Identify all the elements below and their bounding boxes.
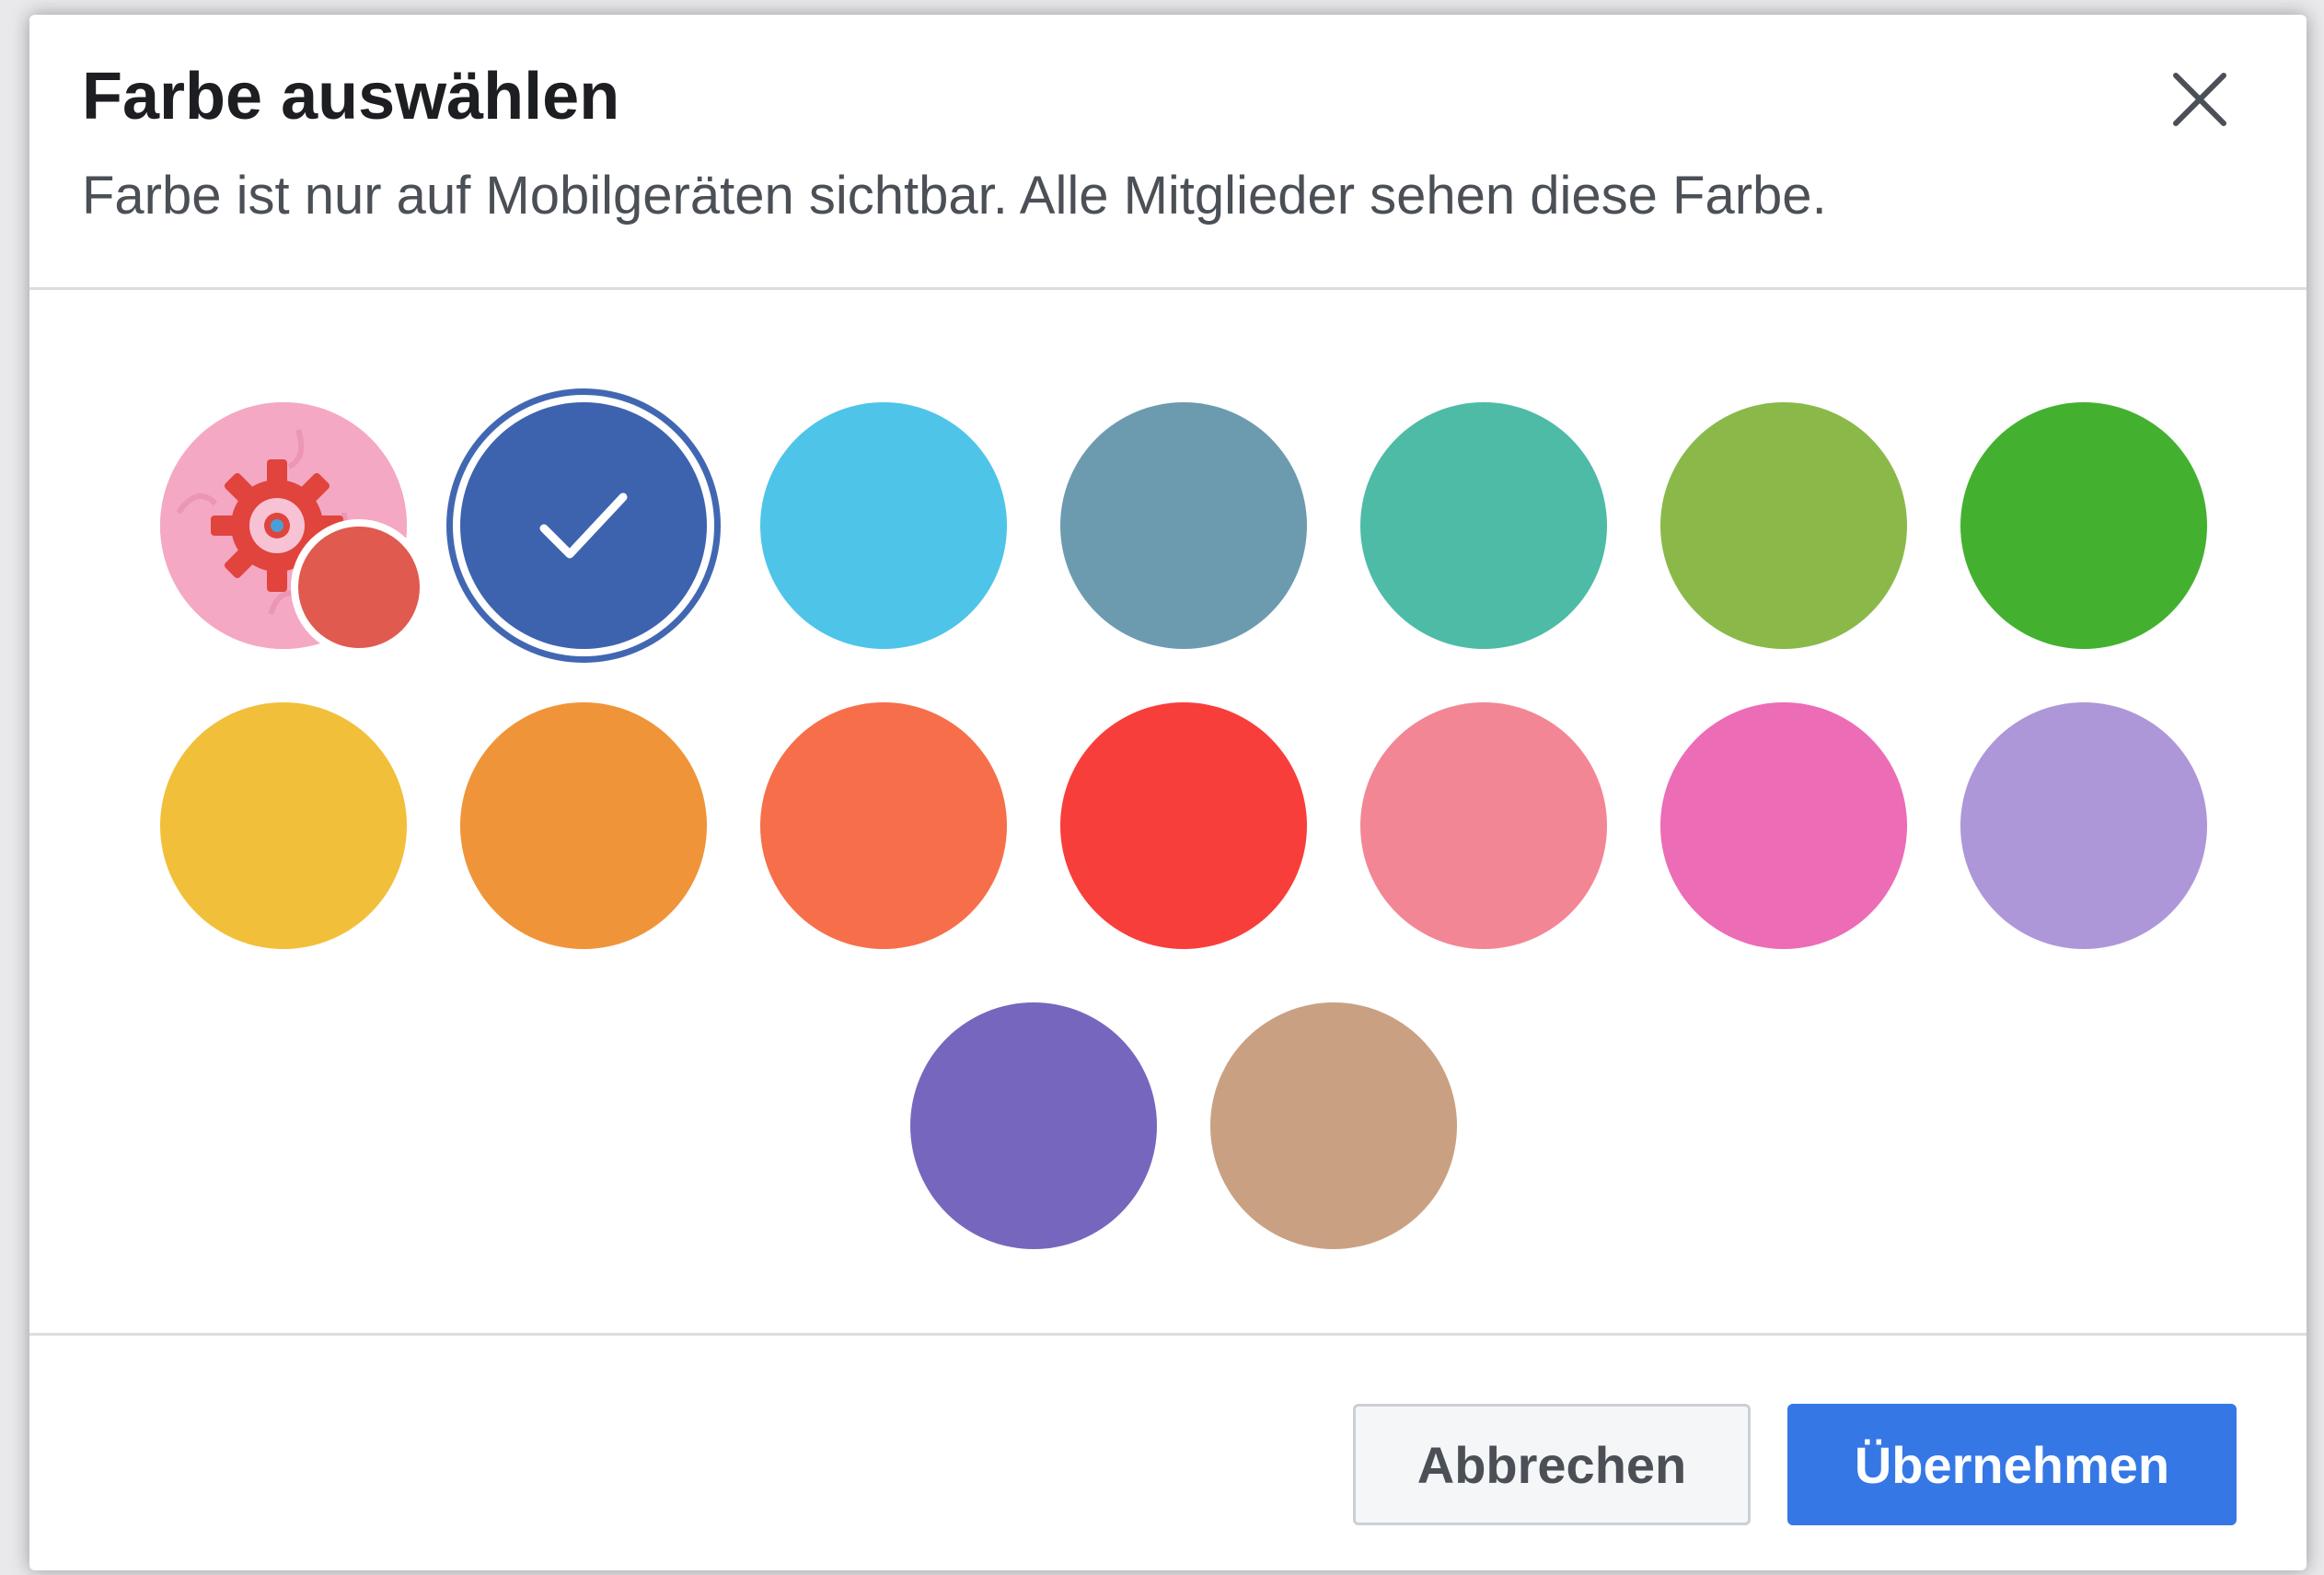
close-button[interactable] bbox=[2161, 61, 2238, 138]
color-swatch-blue[interactable] bbox=[460, 402, 707, 649]
close-icon bbox=[2173, 73, 2226, 126]
color-picker-dialog: Farbe auswählen Farbe ist nur auf Mobilg… bbox=[29, 15, 2307, 1570]
color-swatch-theme-default[interactable] bbox=[160, 402, 427, 655]
cancel-button[interactable]: Abbrechen bbox=[1353, 1404, 1751, 1525]
color-swatch-yellow[interactable] bbox=[160, 702, 407, 949]
color-swatch-coral[interactable] bbox=[760, 702, 1007, 949]
color-swatch-pink[interactable] bbox=[1360, 702, 1607, 949]
color-swatch-purple[interactable] bbox=[910, 1002, 1157, 1249]
check-icon bbox=[460, 402, 707, 649]
color-swatch-lavender[interactable] bbox=[1960, 702, 2207, 949]
swatch-grid bbox=[29, 290, 2307, 1344]
color-swatch-light-blue[interactable] bbox=[760, 402, 1007, 649]
color-swatch-magenta[interactable] bbox=[1660, 702, 1907, 949]
color-swatch-orange[interactable] bbox=[460, 702, 707, 949]
color-swatch-lime[interactable] bbox=[1660, 402, 1907, 649]
apply-button[interactable]: Übernehmen bbox=[1787, 1404, 2237, 1525]
color-swatch-slate[interactable] bbox=[1060, 402, 1307, 649]
color-swatch-tan[interactable] bbox=[1210, 1002, 1457, 1249]
dialog-title: Farbe auswählen bbox=[82, 60, 620, 133]
dialog-footer: Abbrechen Übernehmen bbox=[29, 1333, 2307, 1575]
color-swatch-green[interactable] bbox=[1960, 402, 2207, 649]
color-swatch-teal[interactable] bbox=[1360, 402, 1607, 649]
theme-accent-dot bbox=[291, 519, 427, 655]
color-swatch-red[interactable] bbox=[1060, 702, 1307, 949]
dialog-subtitle: Farbe ist nur auf Mobilgeräten sichtbar.… bbox=[82, 166, 1827, 226]
dialog-header: Farbe auswählen Farbe ist nur auf Mobilg… bbox=[29, 15, 2307, 290]
